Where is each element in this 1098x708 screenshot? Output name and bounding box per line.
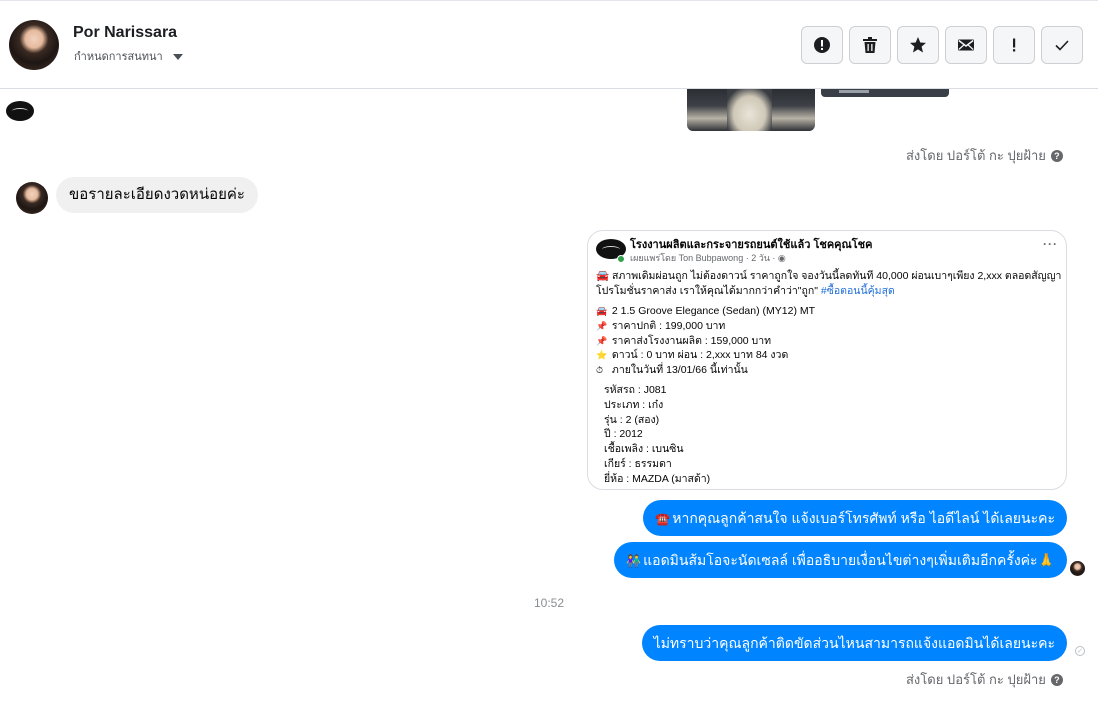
contact-avatar[interactable]: [9, 20, 59, 70]
list-item: ⏱ ภายในวันที่ 13/01/66 นี้เท่านั้น: [596, 364, 748, 377]
contact-name[interactable]: Por Narissara: [73, 24, 177, 42]
list-item: 📌 ราคาส่งโรงงานผลิต : 159,000 บาท: [596, 334, 772, 347]
incoming-message[interactable]: ขอรายละเอียดงวดหน่อยค่ะ: [56, 177, 258, 213]
shared-post-card[interactable]: โรงงานผลิตและกระจายรถยนต์ใช้แล้ว โชคคุณโ…: [587, 230, 1067, 490]
post-meta: เผยแพร่โดย Ton Bubpawong · 2 วัน · ◉: [630, 253, 786, 263]
sent-by-label: ส่งโดย ปอร์โต้ กะ ปุยฝ้าย ?: [906, 145, 1063, 166]
outgoing-message[interactable]: ☎️ หากคุณลูกค้าสนใจ แจ้งเบอร์โทรศัพท์ หรื…: [643, 500, 1067, 536]
mark-done-button[interactable]: [1041, 26, 1083, 64]
online-status-dot: [617, 255, 625, 263]
post-hashtag-link[interactable]: #ซื้อตอนนี้คุ้มสุด: [821, 285, 895, 297]
list-item: ⭐ ดาวน์ : 0 บาท ผ่อน : 2,xxx บาท 84 งวด: [596, 349, 789, 362]
list-item: ประเภท : เก๋ง: [604, 398, 664, 411]
message-timestamp: 10:52: [534, 596, 565, 610]
list-item: รหัสรถ : J081: [604, 384, 667, 396]
delete-button[interactable]: [849, 26, 891, 64]
sent-by-text: ส่งโดย ปอร์โต้ กะ ปุยฝ้าย: [906, 672, 1046, 687]
conversation-label-text: กำหนดการสนทนา: [74, 51, 163, 63]
caret-down-icon: [172, 53, 183, 60]
star-icon: [910, 37, 926, 53]
sent-by-text: ส่งโดย ปอร์โต้ กะ ปุยฝ้าย: [906, 148, 1046, 163]
conversation-header: Por Narissara กำหนดการสนทนา: [0, 0, 1098, 89]
list-item: 🚘 2 1.5 Groove Elegance (Sedan) (MY12) M…: [596, 305, 816, 317]
list-item: ปี : 2012: [604, 428, 643, 441]
globe-icon: ◉: [777, 253, 786, 263]
message-text: แอดมินส้มโอจะนัดเซลล์ เพื่ออธิบายเงื่อนไ…: [643, 552, 1055, 568]
sent-status-icon: ✓: [1075, 646, 1085, 656]
list-item: 📌 ราคาปกติ : 199,000 บาท: [596, 319, 726, 332]
page-avatar: [6, 101, 34, 121]
check-icon: [1055, 40, 1069, 51]
conversation-label-dropdown[interactable]: กำหนดการสนทนา: [74, 47, 183, 65]
report-icon: [814, 37, 830, 53]
list-item: รุ่น : 2 (สอง): [604, 413, 660, 426]
exclamation-icon: [1013, 38, 1016, 52]
mark-unread-button[interactable]: [945, 26, 987, 64]
spam-button[interactable]: [993, 26, 1035, 64]
report-button[interactable]: [801, 26, 843, 64]
trash-icon: [863, 37, 877, 53]
star-button[interactable]: [897, 26, 939, 64]
help-icon[interactable]: ?: [1050, 673, 1063, 686]
list-item: เชื้อเพลิง : เบนซิน: [604, 443, 684, 456]
list-item: เกียร์ : ธรรมดา: [604, 457, 672, 470]
list-item: ยี่ห้อ : MAZDA (มาสด้า): [604, 472, 711, 485]
contact-avatar-small[interactable]: [16, 182, 48, 214]
post-price-list: 🚘 2 1.5 Groove Elegance (Sedan) (MY12) M…: [596, 304, 815, 378]
help-icon[interactable]: ?: [1050, 149, 1063, 162]
more-options-icon[interactable]: ···: [1043, 237, 1058, 251]
telephone-icon: ☎️: [655, 512, 671, 526]
outgoing-message[interactable]: ไม่ทราบว่าคุณลูกค้าติดขัดส่วนไหนสามารถแจ…: [641, 625, 1067, 661]
seen-avatar: [1070, 561, 1085, 576]
post-body: 🚘 สภาพเดิมผ่อนถูก ไม่ต้องดาวน์ ราคาถูกใจ…: [596, 269, 1062, 299]
attached-photo[interactable]: [821, 89, 949, 97]
header-actions: [801, 26, 1083, 64]
sent-by-label: ส่งโดย ปอร์โต้ กะ ปุยฝ้าย ?: [906, 669, 1063, 690]
attached-photo[interactable]: [687, 89, 815, 131]
outgoing-message[interactable]: 👫 แอดมินส้มโอจะนัดเซลล์ เพื่ออธิบายเงื่อน…: [614, 542, 1067, 578]
people-icon: 👫: [626, 554, 642, 568]
mail-icon: [958, 39, 974, 51]
message-text: หากคุณลูกค้าสนใจ แจ้งเบอร์โทรศัพท์ หรือ …: [672, 510, 1055, 526]
post-spec-list: รหัสรถ : J081 ประเภท : เก๋ง รุ่น : 2 (สอ…: [604, 383, 710, 487]
